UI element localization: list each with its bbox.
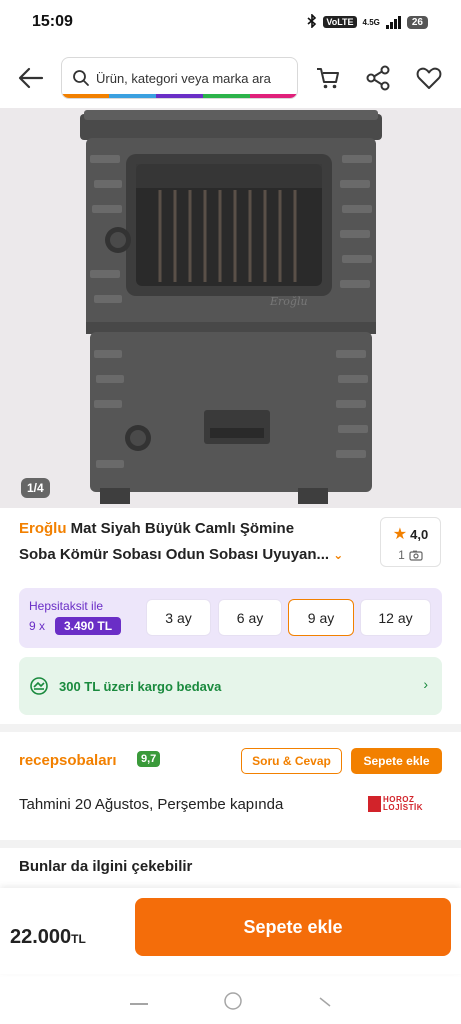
carrier-logo: HOROZ LOJİSTİK: [368, 796, 423, 812]
installment-option-9[interactable]: 9 ay: [288, 599, 354, 636]
carrier-logo-mark: [368, 796, 381, 812]
back-chevron-icon: [319, 996, 330, 1007]
rating-value: 4,0: [410, 526, 429, 542]
chevron-down-icon[interactable]: ⌄: [333, 548, 343, 562]
free-shipping-text: 300 TL üzeri kargo bedava: [59, 678, 222, 694]
section-divider: [0, 840, 461, 848]
product-price: 22.000TL: [10, 926, 86, 949]
installment-option-6[interactable]: 6 ay: [218, 599, 282, 636]
delivery-estimate: Tahmini 20 Ağustos, Perşembe kapında: [19, 796, 284, 813]
cart-icon: [317, 68, 339, 89]
status-icons: VoLTE 4.5G 26: [307, 12, 428, 31]
share-button[interactable]: [364, 64, 392, 92]
carrier-name-line-2: LOJİSTİK: [383, 803, 424, 812]
bluetooth-icon: [307, 12, 317, 31]
status-bar: 15:09 VoLTE 4.5G 26: [0, 0, 461, 44]
brand-name: Eroğlu: [19, 520, 67, 537]
qa-button[interactable]: Soru & Cevap: [241, 748, 342, 774]
home-circle-icon: [223, 991, 242, 1010]
heart-icon: [416, 67, 442, 89]
volte-indicator: VoLTE: [323, 16, 357, 28]
arrow-left-icon: [18, 67, 44, 89]
recent-apps-button[interactable]: [129, 994, 148, 1012]
price-currency: TL: [71, 932, 86, 946]
home-button[interactable]: [223, 991, 243, 1016]
seller-name[interactable]: recepsobaları: [19, 752, 117, 769]
menu-icon: [129, 1003, 148, 1005]
seller-row: recepsobaları 9,7 Soru & Cevap Sepete ek…: [19, 748, 442, 776]
installment-panel: Hepsitaksit ile 9 x 3.490 TL 3 ay 6 ay 9…: [19, 588, 442, 648]
product-image-gallery[interactable]: Eroğlu: [0, 108, 461, 508]
gallery-counter: 1/4: [21, 478, 50, 498]
product-image: Eroğlu: [80, 110, 382, 504]
product-title-text: Mat Siyah Büyük Camlı Şömine: [70, 520, 295, 537]
product-title-text-2: Soba Kömür Sobası Odun Sobası Uyuyan...: [19, 546, 330, 563]
product-title[interactable]: Eroğlu Mat Siyah Büyük Camlı Şömine Soba…: [19, 516, 369, 568]
star-icon: ★: [392, 526, 408, 543]
favorite-button[interactable]: [415, 64, 443, 92]
seller-score-badge: 9,7: [137, 751, 161, 767]
search-icon: [73, 70, 89, 86]
camera-icon: [409, 550, 423, 561]
photo-review-count: 1: [398, 548, 405, 562]
stove-logo: Eroğlu: [269, 295, 308, 308]
top-nav: Ürün, kategori veya marka ara: [0, 52, 461, 104]
chevron-right-icon: ›: [423, 676, 428, 692]
product-title-line-1: Eroğlu Mat Siyah Büyük Camlı Şömine: [19, 516, 369, 542]
installment-option-3[interactable]: 3 ay: [146, 599, 211, 636]
installment-times: 9 x: [29, 619, 46, 633]
signal-icon: [385, 15, 401, 29]
network-type: 4.5G: [362, 17, 380, 27]
back-system-button[interactable]: [318, 994, 332, 1013]
search-color-stripe: [62, 94, 297, 98]
bottom-action-bar: 22.000TL Sepete ekle: [0, 888, 461, 974]
battery-indicator: 26: [406, 15, 428, 29]
status-time: 15:09: [32, 13, 73, 30]
rating-box[interactable]: ★ 4,0 1: [380, 517, 441, 567]
price-value: 22.000: [10, 926, 72, 948]
share-icon: [366, 65, 390, 91]
seller-add-to-cart-button[interactable]: Sepete ekle: [351, 748, 442, 774]
add-to-cart-button[interactable]: Sepete ekle: [135, 898, 451, 956]
search-input[interactable]: Ürün, kategori veya marka ara: [61, 57, 298, 99]
back-button[interactable]: [16, 64, 46, 92]
installment-option-12[interactable]: 12 ay: [360, 599, 431, 636]
section-divider: [0, 724, 461, 732]
installment-price: 3.490 TL: [55, 617, 122, 635]
installment-label: Hepsitaksit ile: [29, 599, 104, 613]
cart-button[interactable]: [314, 64, 342, 92]
product-title-line-2: Soba Kömür Sobası Odun Sobası Uyuyan... …: [19, 542, 369, 568]
search-placeholder: Ürün, kategori veya marka ara: [96, 70, 271, 86]
free-shipping-banner[interactable]: 300 TL üzeri kargo bedava ›: [19, 657, 442, 715]
system-navigation-bar: [0, 982, 461, 1024]
shipping-icon: [30, 677, 48, 695]
related-products-title: Bunlar da ilgini çekebilir: [19, 858, 193, 875]
